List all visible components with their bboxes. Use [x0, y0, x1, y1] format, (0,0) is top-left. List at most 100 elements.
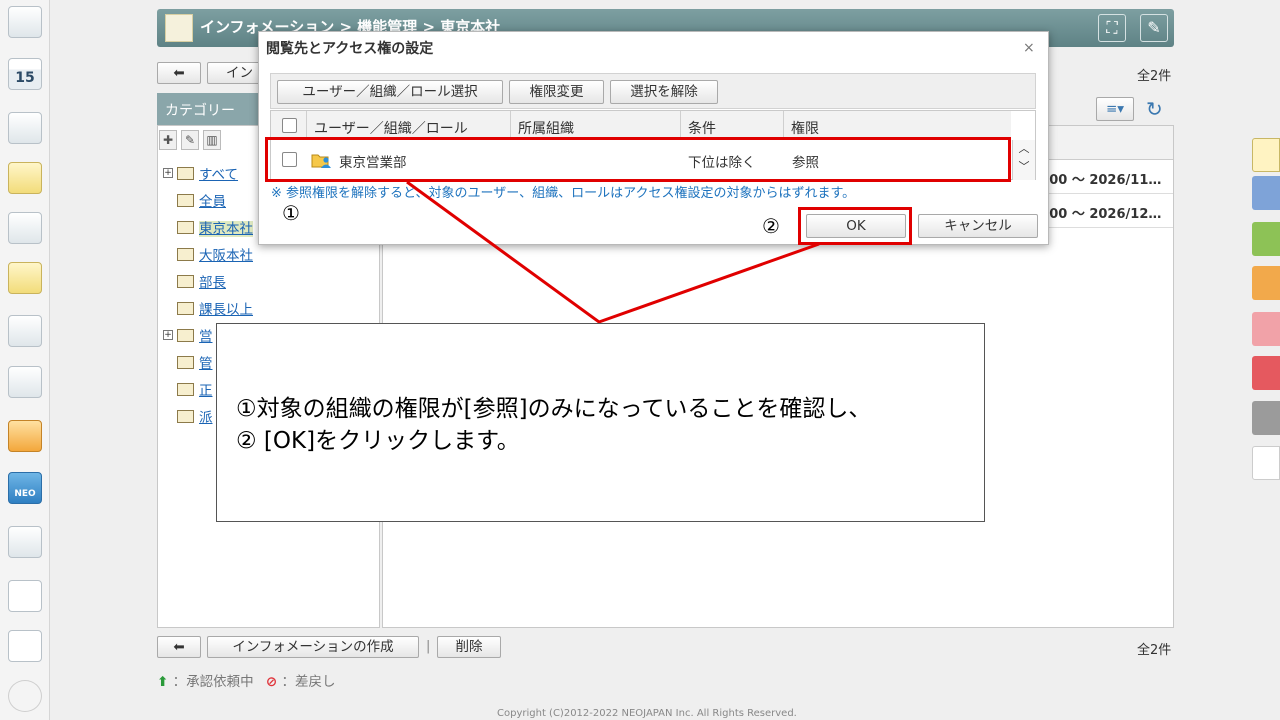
table-scrollbar[interactable]: ︿ ﹀	[1012, 140, 1035, 180]
dock-tab-blue[interactable]	[1252, 176, 1280, 210]
dock-tab-pink[interactable]	[1252, 312, 1280, 346]
column-header-org[interactable]: 所属組織	[518, 118, 574, 138]
dialog-title: 閲覧先とアクセス権の設定	[266, 41, 434, 57]
category-label[interactable]: 課長以上	[199, 302, 253, 318]
pending-label: ：承認依頼中	[172, 674, 254, 690]
create-button[interactable]: イン	[207, 62, 262, 84]
rejected-icon: ⊘	[265, 674, 278, 690]
category-label[interactable]: 派	[199, 410, 213, 426]
scroll-down-icon[interactable]: ﹀	[1019, 160, 1030, 173]
clear-selection-button[interactable]: 選択を解除	[610, 80, 718, 104]
category-label[interactable]: 部長	[199, 275, 226, 291]
close-icon[interactable]: ×	[1023, 40, 1035, 56]
column-divider	[783, 111, 784, 139]
back-button[interactable]: ⬅	[157, 62, 201, 84]
info-app-icon	[165, 14, 193, 42]
category-label[interactable]: 東京本社	[199, 221, 253, 237]
menu-icon[interactable]: ≡▾	[1096, 97, 1134, 121]
column-header-permission[interactable]: 権限	[791, 118, 819, 138]
back-icon: ⬅	[173, 639, 185, 655]
category-item-selected[interactable]: 東京本社	[177, 217, 253, 237]
item-count-bottom: 全2件	[1137, 643, 1172, 658]
toolbar-separator: |	[426, 639, 431, 654]
back-icon: ⬅	[173, 65, 185, 81]
category-label[interactable]: 営	[199, 329, 213, 345]
highlight-row-box	[265, 137, 1011, 182]
rejected-label: ：差戻し	[281, 674, 336, 690]
item-count: 全2件	[1137, 69, 1172, 84]
category-label[interactable]: 管	[199, 356, 213, 372]
banner-icon[interactable]	[8, 630, 42, 662]
expand-toggle[interactable]: +	[163, 330, 173, 340]
category-item[interactable]: 管	[177, 352, 213, 372]
category-item[interactable]: 課長以上	[177, 298, 253, 318]
category-item[interactable]: 派	[177, 406, 213, 426]
dialog-note: ※ 参照権限を解除すると、対象のユーザー、組織、ロールはアクセス権設定の対象から…	[271, 186, 856, 201]
folder-icon	[177, 302, 194, 315]
folder-icon	[177, 329, 194, 342]
category-item[interactable]: 全員	[177, 190, 226, 210]
app-logo-icon[interactable]	[8, 580, 42, 612]
dock-tab-red[interactable]	[1252, 356, 1280, 390]
folder-icon	[177, 383, 194, 396]
sync-icon[interactable]	[8, 366, 42, 398]
gear-icon[interactable]	[8, 680, 42, 712]
marker-1: ①	[282, 201, 300, 225]
create-info-button[interactable]: インフォメーションの作成	[207, 636, 419, 658]
neo-label: NEO	[14, 489, 36, 499]
plus-icon[interactable]: ✚	[159, 130, 177, 150]
column-divider	[306, 111, 307, 139]
folder-icon	[177, 410, 194, 423]
folder-icon	[177, 248, 194, 261]
pencil-icon[interactable]: ✎	[181, 130, 199, 150]
change-permission-button[interactable]: 権限変更	[509, 80, 604, 104]
category-label[interactable]: 全員	[199, 194, 226, 210]
select-members-button[interactable]: ユーザー／組織／ロール選択	[277, 80, 503, 104]
scroll-up-icon[interactable]: ︿	[1019, 142, 1030, 155]
dock-tab-orange[interactable]	[1252, 266, 1280, 300]
category-label[interactable]: すべて	[199, 167, 238, 183]
delete-button[interactable]: 削除	[437, 636, 501, 658]
search-doc-icon[interactable]	[8, 315, 42, 347]
expand-icon[interactable]: ⛶	[1098, 14, 1126, 42]
wrench-icon[interactable]: ✎	[1140, 14, 1168, 42]
category-item[interactable]: 営	[177, 325, 213, 345]
dock-pencil-icon[interactable]	[1252, 446, 1280, 480]
column-header-member[interactable]: ユーザー／組織／ロール	[314, 118, 468, 138]
calendar-day: 15	[15, 70, 35, 86]
bulletin-icon[interactable]	[8, 212, 42, 244]
category-label[interactable]: 大阪本社	[199, 248, 253, 264]
category-label[interactable]: 正	[199, 383, 213, 399]
column-header-condition[interactable]: 条件	[688, 118, 716, 138]
dock-tab-green[interactable]	[1252, 222, 1280, 256]
cancel-button[interactable]: キャンセル	[918, 214, 1038, 238]
select-all-checkbox[interactable]	[282, 118, 297, 133]
cabinet-icon[interactable]	[8, 420, 42, 452]
category-item[interactable]: 正	[177, 379, 213, 399]
facility-icon[interactable]	[8, 112, 42, 144]
column-divider	[510, 111, 511, 139]
category-item[interactable]: すべて	[177, 163, 238, 183]
neo-icon[interactable]: NEO	[8, 472, 42, 504]
folder-icon	[177, 167, 194, 180]
folder-app-icon[interactable]	[8, 526, 42, 558]
refresh-icon[interactable]: ↻	[1146, 97, 1163, 121]
back-button-bottom[interactable]: ⬅	[157, 636, 201, 658]
approval-pending-icon: ⬆	[157, 674, 169, 690]
row-date: :00 ～ 2026/11…	[1044, 173, 1162, 188]
portal-icon[interactable]	[8, 6, 42, 38]
copyright: Copyright (C)2012-2022 NEOJAPAN Inc. All…	[497, 708, 797, 719]
clipboard-icon[interactable]	[8, 262, 42, 294]
category-item[interactable]: 大阪本社	[177, 244, 253, 264]
folder-icon	[177, 194, 194, 207]
calendar-icon[interactable]: 15	[8, 58, 42, 90]
highlight-ok-box	[798, 207, 912, 245]
dock-note-icon[interactable]	[1252, 138, 1280, 172]
memo-icon[interactable]	[8, 162, 42, 194]
trash-icon[interactable]: ▥	[203, 130, 221, 150]
expand-toggle[interactable]: +	[163, 168, 173, 178]
callout-line-1: ①対象の組織の権限が[参照]のみになっていることを確認し、	[236, 396, 872, 422]
category-item[interactable]: 部長	[177, 271, 226, 291]
status-legend: ⬆ ：承認依頼中 ⊘ ：差戻し	[157, 670, 336, 690]
dock-tab-gray[interactable]	[1252, 401, 1280, 435]
